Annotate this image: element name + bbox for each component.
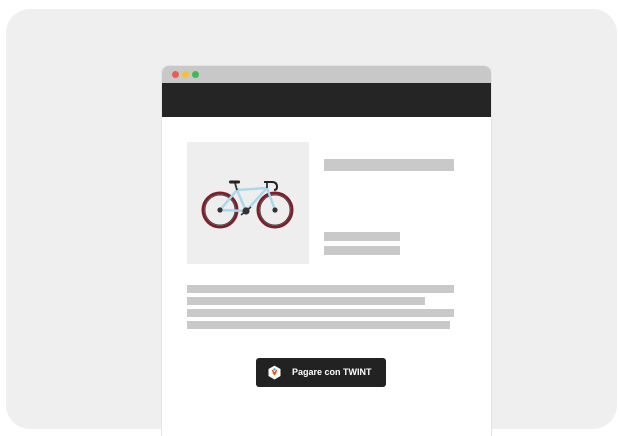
product-detail-placeholder [324,232,400,241]
window-minimize-dot[interactable] [182,71,189,78]
description-placeholder [187,285,454,293]
bicycle-icon [201,180,294,229]
window-close-dot[interactable] [172,71,179,78]
product-detail-placeholder [324,246,400,255]
background-card: Pagare con TWINT [6,9,617,436]
pay-with-twint-button[interactable]: Pagare con TWINT [256,358,386,387]
browser-navbar [162,83,491,117]
browser-window: Pagare con TWINT [162,66,491,436]
twint-logo-icon [268,365,281,380]
browser-titlebar [162,66,491,83]
description-placeholder [187,309,454,317]
window-maximize-dot[interactable] [192,71,199,78]
description-placeholder [187,321,450,329]
description-placeholder [187,297,425,305]
product-image [187,142,309,264]
pay-button-label: Pagare con TWINT [292,367,372,377]
product-title-placeholder [324,159,454,171]
